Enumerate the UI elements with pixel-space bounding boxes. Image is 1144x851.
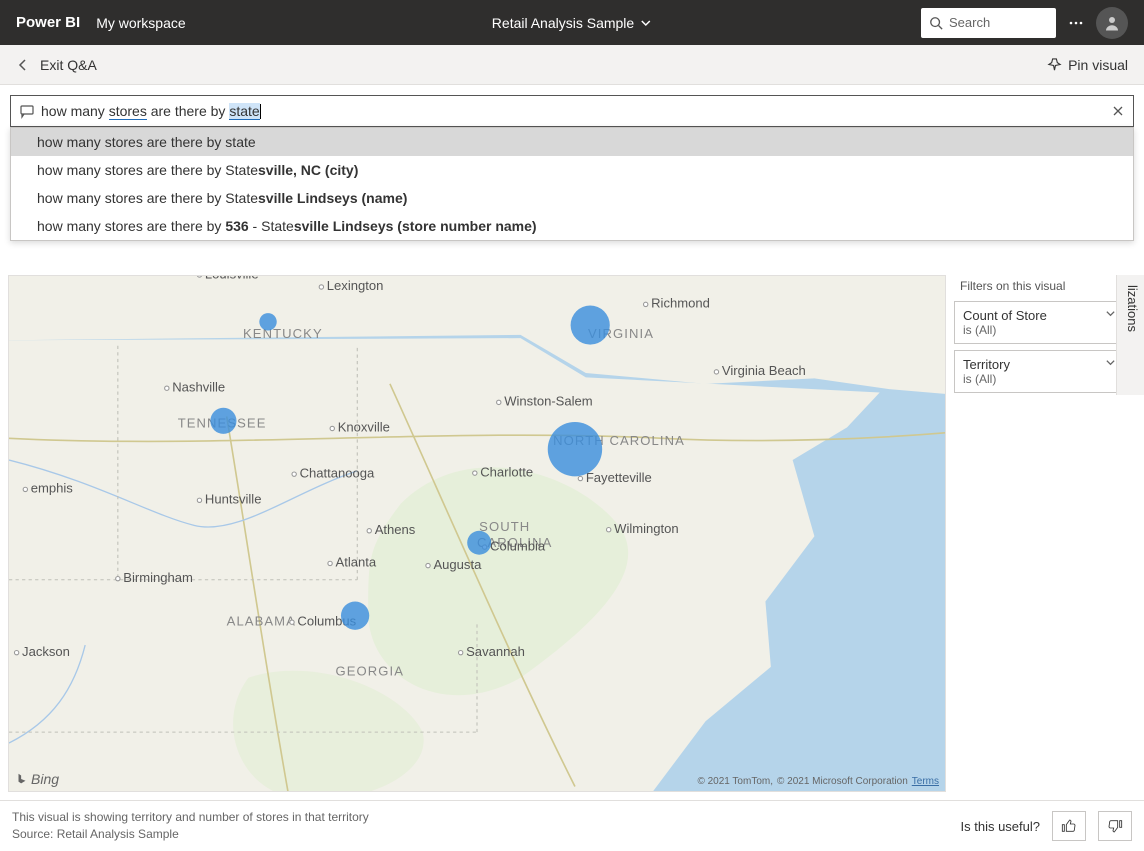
map-terms-link[interactable]: Terms [912, 776, 939, 787]
thumbs-up-button[interactable] [1052, 811, 1086, 841]
city-label: Knoxville [338, 420, 390, 435]
city-label: Richmond [651, 296, 710, 311]
qna-area: how many stores are there by state how m… [0, 85, 1144, 127]
city-label: Wilmington [614, 521, 679, 536]
thumbs-down-button[interactable] [1098, 811, 1132, 841]
city-label: Columbia [490, 538, 546, 553]
qna-suggestion[interactable]: how many stores are there by 536 - State… [11, 212, 1133, 240]
city-dot [319, 285, 323, 289]
filter-card[interactable]: Territoryis (All) [954, 350, 1140, 393]
city-label: Charlotte [480, 464, 533, 479]
qna-suggestion[interactable]: how many stores are there by state [11, 128, 1133, 156]
map-bubble[interactable] [548, 422, 602, 476]
city-label: Savannah [466, 644, 525, 659]
filter-value: is (All) [963, 372, 1131, 386]
city-dot [292, 472, 296, 476]
exit-qna-label: Exit Q&A [40, 57, 97, 73]
report-title[interactable]: Retail Analysis Sample [492, 15, 652, 31]
pin-visual-button[interactable]: Pin visual [1047, 57, 1128, 73]
state-label: ALABAMA [227, 613, 296, 628]
global-search[interactable]: Search [921, 8, 1056, 38]
chevron-down-icon [640, 17, 652, 29]
map-bubble[interactable] [571, 305, 610, 344]
city-label: Nashville [172, 379, 225, 394]
feedback-label: Is this useful? [961, 819, 1041, 834]
avatar[interactable] [1096, 7, 1128, 39]
city-label: Virginia Beach [722, 363, 806, 378]
topbar: Power BI My workspace Retail Analysis Sa… [0, 0, 1144, 45]
chevron-down-icon[interactable] [1105, 308, 1116, 319]
qna-suggestion[interactable]: how many stores are there by Statesville… [11, 156, 1133, 184]
more-icon[interactable] [1068, 15, 1084, 31]
city-dot [290, 620, 294, 624]
city-dot [165, 386, 169, 390]
footer: This visual is showing territory and num… [0, 801, 1144, 851]
city-dot [473, 471, 477, 475]
pin-icon [1047, 57, 1062, 72]
city-dot [458, 651, 462, 655]
city-label: Jackson [22, 644, 70, 659]
report-title-text: Retail Analysis Sample [492, 15, 634, 31]
search-icon [929, 16, 943, 30]
workspace-label[interactable]: My workspace [96, 15, 185, 31]
qna-suggestions: how many stores are there by statehow ma… [10, 127, 1134, 241]
chat-icon [19, 103, 35, 119]
filters-header: Filters on this visual [960, 279, 1065, 293]
city-label: Fayetteville [586, 470, 652, 485]
city-label: Athens [375, 522, 416, 537]
city-label: Huntsville [205, 492, 262, 507]
state-label: GEORGIA [336, 664, 405, 679]
city-dot [497, 400, 501, 404]
city-dot [644, 302, 648, 306]
city-dot [607, 528, 611, 532]
city-label: Louisville [205, 276, 259, 281]
back-icon [16, 58, 30, 72]
city-label: Winston-Salem [504, 394, 593, 409]
search-placeholder: Search [949, 15, 990, 30]
qna-suggestion[interactable]: how many stores are there by Statesville… [11, 184, 1133, 212]
city-dot [578, 476, 582, 480]
city-label: Charleston [457, 276, 520, 278]
city-dot [116, 576, 120, 580]
state-label: KENTUCKY [243, 326, 323, 341]
exit-qna-button[interactable]: Exit Q&A [16, 57, 97, 73]
city-dot [14, 651, 18, 655]
bing-logo: Bing [15, 771, 59, 787]
city-label: Atlanta [336, 555, 377, 570]
city-dot [714, 370, 718, 374]
city-dot [328, 561, 332, 565]
city-label: Chattanooga [300, 465, 375, 480]
product-logo: Power BI [16, 14, 80, 31]
subbar: Exit Q&A Pin visual [0, 45, 1144, 85]
state-label: SOUTH [479, 519, 530, 534]
map-bubble[interactable] [210, 408, 236, 434]
map-credits: © 2021 TomTom, © 2021 Microsoft Corporat… [697, 776, 939, 787]
city-label: Lexington [327, 278, 384, 293]
clear-icon[interactable] [1111, 104, 1125, 118]
filter-card[interactable]: Count of Storeis (All) [954, 301, 1140, 344]
city-dot [197, 498, 201, 502]
pin-visual-label: Pin visual [1068, 57, 1128, 73]
visualizations-pane-collapsed[interactable]: lizations [1116, 275, 1144, 395]
visual-source: Source: Retail Analysis Sample [12, 826, 369, 843]
city-label: emphis [31, 481, 74, 496]
filter-value: is (All) [963, 323, 1131, 337]
map-visual[interactable]: ILLINOISINDIANAOHIOKENTUCKYTENNESSEEALAB… [8, 275, 946, 792]
city-dot [23, 487, 27, 491]
map-bubble[interactable] [467, 531, 491, 555]
qna-input[interactable]: how many stores are there by state [10, 95, 1134, 127]
city-dot [197, 276, 201, 277]
visual-description: This visual is showing territory and num… [12, 809, 369, 826]
qna-text: how many stores are there by state [41, 103, 1105, 120]
map-bubble[interactable] [259, 313, 276, 330]
city-label: Augusta [433, 557, 482, 572]
chevron-down-icon[interactable] [1105, 357, 1116, 368]
city-dot [367, 529, 371, 533]
city-label: Birmingham [123, 570, 193, 585]
city-dot [426, 563, 430, 567]
city-dot [330, 426, 334, 430]
map-bubble[interactable] [341, 602, 369, 630]
